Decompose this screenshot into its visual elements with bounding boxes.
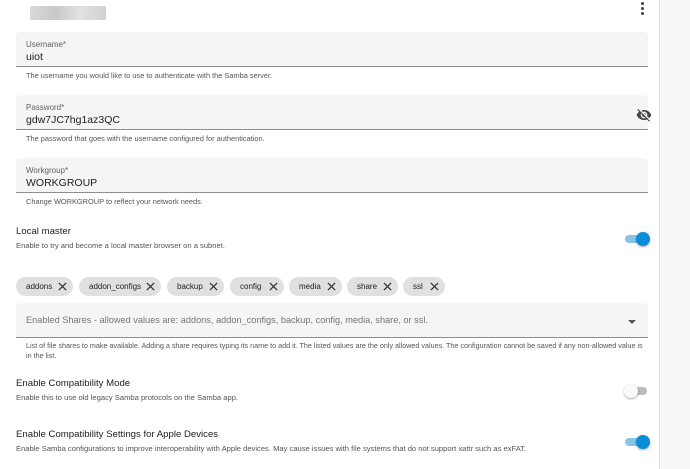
close-icon[interactable] <box>327 282 336 291</box>
workgroup-field[interactable]: Workgroup* <box>16 158 648 193</box>
card-header-redacted <box>30 6 106 20</box>
username-label: Username* <box>26 40 67 49</box>
enabled-shares-field[interactable] <box>16 303 648 338</box>
toggle-knob <box>636 232 650 246</box>
chip-config: config <box>230 277 284 296</box>
apple-compat-description: Enable Samba configurations to improve i… <box>16 444 527 453</box>
chip-backup: backup <box>167 277 224 296</box>
close-icon[interactable] <box>146 282 155 291</box>
chip-label: config <box>240 282 262 291</box>
close-icon[interactable] <box>430 282 439 291</box>
chip-label: backup <box>177 282 203 291</box>
compatibility-mode-toggle[interactable] <box>624 384 649 398</box>
close-icon[interactable] <box>58 282 67 291</box>
eye-off-icon[interactable] <box>636 107 652 123</box>
chip-share: share <box>347 277 398 296</box>
enabled-shares-helper: List of file shares to make available. A… <box>26 341 643 360</box>
arrow-drop-down-icon[interactable] <box>626 318 638 326</box>
close-icon[interactable] <box>209 282 218 291</box>
chip-media: media <box>289 277 342 296</box>
local-master-description: Enable to try and become a local master … <box>16 241 225 250</box>
chip-label: share <box>357 282 378 291</box>
workgroup-label: Workgroup* <box>26 166 69 175</box>
username-helper: The username you would like to use to au… <box>26 71 273 80</box>
chip-label: media <box>299 282 321 291</box>
password-field[interactable]: Password* <box>16 95 652 130</box>
chip-addons: addons <box>16 277 73 296</box>
chip-label: addon_configs <box>89 282 142 291</box>
close-icon[interactable] <box>269 282 278 291</box>
chip-ssl: ssl <box>403 277 445 296</box>
password-input[interactable] <box>26 114 586 126</box>
chip-addon-configs: addon_configs <box>79 277 161 296</box>
password-helper: The password that goes with the username… <box>26 134 265 143</box>
username-input[interactable] <box>26 51 586 63</box>
compatibility-mode-title: Enable Compatibility Mode <box>16 378 131 389</box>
apple-compat-title: Enable Compatibility Settings for Apple … <box>16 429 219 440</box>
toggle-knob <box>636 435 650 449</box>
local-master-toggle[interactable] <box>625 232 650 246</box>
local-master-title: Local master <box>16 226 71 237</box>
close-icon[interactable] <box>383 282 392 291</box>
workgroup-helper: Change WORKGROUP to reflect your network… <box>26 197 203 206</box>
chip-label: ssl <box>413 282 423 291</box>
password-label: Password* <box>26 103 65 112</box>
more-vert-icon[interactable] <box>636 0 648 16</box>
apple-compat-toggle[interactable] <box>625 435 650 449</box>
toggle-knob <box>624 384 638 398</box>
enabled-shares-input[interactable] <box>26 315 616 325</box>
chip-label: addons <box>26 282 53 291</box>
settings-card: Username* The username you would like to… <box>0 0 660 469</box>
username-field[interactable]: Username* <box>16 32 648 67</box>
workgroup-input[interactable] <box>26 177 586 189</box>
compatibility-mode-description: Enable this to use old legacy Samba prot… <box>16 393 239 402</box>
